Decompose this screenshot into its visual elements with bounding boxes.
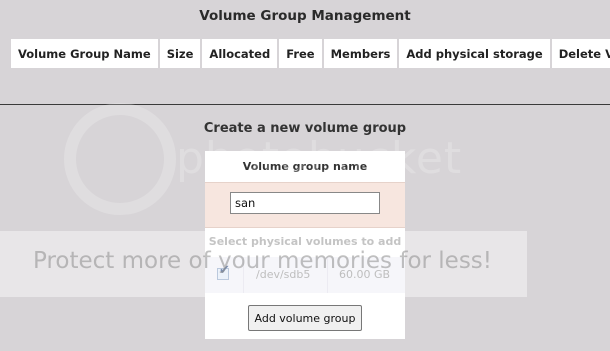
watermark-logo-text: photobucket — [176, 133, 463, 184]
section-divider — [0, 104, 610, 105]
col-size: Size — [159, 39, 201, 68]
watermark-banner: Protect more of your memories for less! — [0, 231, 527, 297]
volume-group-table: Volume Group Name Size Allocated Free Me… — [9, 37, 610, 70]
volume-group-name-input[interactable] — [230, 192, 380, 214]
watermark-logo-ring — [64, 103, 176, 215]
col-free: Free — [279, 39, 322, 68]
table-header-row: Volume Group Name Size Allocated Free Me… — [11, 39, 610, 68]
add-volume-group-button[interactable]: Add volume group — [248, 305, 362, 331]
col-members: Members — [323, 39, 398, 68]
page-title: Volume Group Management — [199, 8, 411, 24]
col-add-physical-storage: Add physical storage — [399, 39, 550, 68]
col-delete-vg: Delete VG — [551, 39, 610, 68]
watermark-banner-text: Protect more of your memories for less! — [33, 248, 493, 274]
name-input-row — [205, 182, 405, 228]
col-volume-group-name: Volume Group Name — [11, 39, 158, 68]
submit-row: Add volume group — [205, 301, 405, 339]
col-allocated: Allocated — [202, 39, 278, 68]
